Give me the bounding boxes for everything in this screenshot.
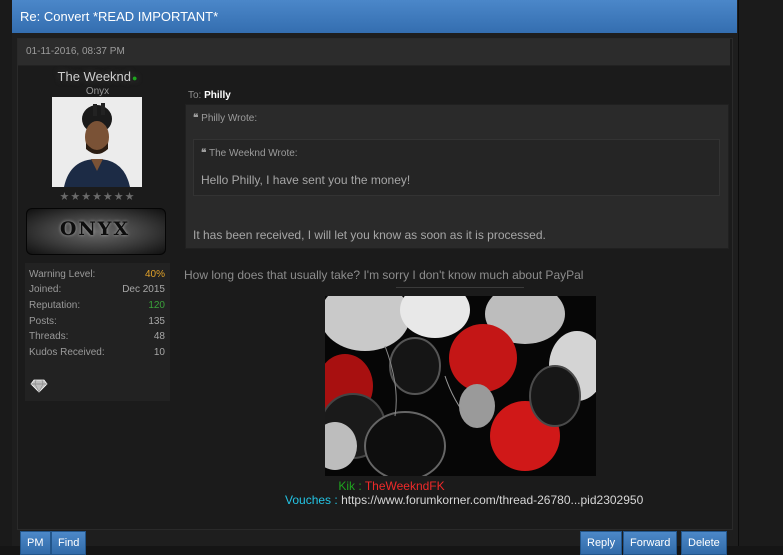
stat-value[interactable]: 48 [154,331,165,342]
signature-divider [396,287,524,288]
find-button[interactable]: Find [51,531,87,555]
quote-header-outer: ❝ Philly Wrote: [193,113,257,124]
signature-vouches: Vouches : https://www.forumkorner.com/th… [285,493,643,507]
quote-outer-text: It has been received, I will let you kno… [193,228,546,242]
stat-value: 10 [153,347,165,358]
stat-label: Joined: [29,284,62,295]
balloons-image-icon [325,296,596,476]
vouches-label: Vouches : [285,493,338,507]
stat-reputation: Reputation: 120 [29,300,165,315]
stat-value: Dec 2015 [122,284,165,295]
stat-label: Kudos Received: [29,347,105,358]
post-date: 01-11-2016, 08:37 PM [26,46,125,57]
post-date-bar: 01-11-2016, 08:37 PM [18,39,730,66]
stat-value[interactable]: 120 [148,300,165,311]
stat-posts: Posts: 135 [29,316,165,331]
stat-label: Posts: [29,316,57,327]
reply-button[interactable]: Reply [580,531,623,555]
author-name-block: The Weeknd● [25,69,170,84]
recipient-line: To: Philly [188,90,231,101]
avatar-portrait-icon [52,97,142,187]
kik-label: Kik : [338,479,362,493]
stat-value[interactable]: 135 [148,316,165,327]
signature-image [325,296,596,476]
rank-banner-text: ONYX [59,218,131,240]
quote-author: Philly Wrote: [201,113,258,124]
quote-icon: ❝ [193,113,199,124]
stat-joined: Joined: Dec 2015 [29,284,165,299]
quote-header-inner: ❝ The Weeknd Wrote: [201,148,298,159]
stat-label: Threads: [29,331,69,342]
delete-button[interactable]: Delete [681,531,727,555]
forward-button[interactable]: Forward [623,531,678,555]
stat-label: Warning Level: [29,269,96,280]
quote-inner-text: Hello Philly, I have sent you the money! [201,173,411,187]
right-margin [738,0,783,546]
stat-label: Reputation: [29,300,81,311]
quote-author: The Weeknd Wrote: [209,148,298,159]
recipient-name[interactable]: Philly [204,90,231,101]
online-status-icon: ● [132,73,138,83]
signature-kik: Kik : TheWeekndFK [0,479,783,493]
to-label: To: [188,90,202,101]
thread-title: Re: Convert *READ IMPORTANT* [20,9,219,24]
thread-title-bar: Re: Convert *READ IMPORTANT* [12,0,737,33]
stat-kudos: Kudos Received: 10 [29,347,165,362]
vouches-link[interactable]: https://www.forumkorner.com/thread-26780… [341,493,643,507]
quote-icon: ❝ [201,148,207,159]
stat-warning-level: Warning Level: 40% [29,269,165,284]
left-margin [0,0,12,546]
post-body-text: How long does that usually take? I'm sor… [184,268,584,282]
stat-value[interactable]: 40% [145,269,165,280]
kik-value: TheWeekndFK [364,479,445,493]
avatar[interactable] [52,97,142,187]
author-name[interactable]: The Weeknd [58,69,131,84]
rank-stars: ★★★★★★★ [59,191,136,203]
author-title: Onyx [85,86,110,97]
diamond-award-icon [30,379,48,393]
stat-threads: Threads: 48 [29,331,165,346]
pm-button[interactable]: PM [20,531,51,555]
